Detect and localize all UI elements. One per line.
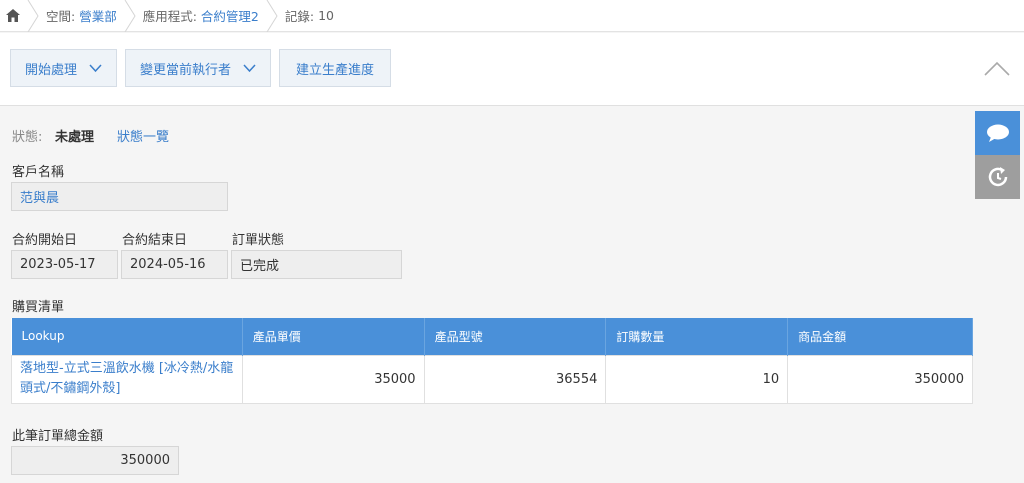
lookup-cell[interactable]: 落地型-立式三溫飲水機 [冰冷熱/水龍頭式/不鏽鋼外殼] (11, 354, 243, 404)
collapse-up-icon[interactable] (984, 61, 1010, 77)
breadcrumb-separator (27, 0, 39, 32)
breadcrumb-record-value: 10 (318, 8, 334, 23)
column-header: Lookup (11, 318, 243, 355)
amount-cell: 350000 (787, 354, 973, 404)
column-header: 訂購數量 (605, 318, 789, 355)
breadcrumb-app-value[interactable]: 合約管理2 (201, 6, 259, 25)
model-cell: 36554 (423, 354, 607, 404)
column-header: 產品單價 (242, 318, 425, 355)
breadcrumb-record-label: 記錄: (284, 9, 315, 24)
comment-icon (986, 124, 1009, 142)
home-icon[interactable] (0, 0, 26, 32)
status-label: 狀態: (12, 130, 43, 145)
contract-end-field[interactable]: 2024-05-16 (121, 250, 228, 279)
quantity-cell: 10 (605, 354, 789, 404)
status-value: 未處理 (55, 130, 95, 145)
breadcrumb-space-value[interactable]: 營業部 (79, 6, 117, 25)
table-row: 落地型-立式三溫飲水機 [冰冷熱/水龍頭式/不鏽鋼外殼] 35000 36554… (11, 354, 973, 404)
contract-start-field[interactable]: 2023-05-17 (11, 250, 118, 279)
history-button[interactable] (975, 155, 1020, 199)
customer-name-value[interactable]: 范與晨 (20, 187, 59, 206)
breadcrumb-app-label: 應用程式: (142, 9, 197, 24)
start-process-label: 開始處理 (24, 62, 77, 78)
change-assignee-button[interactable]: 變更當前執行者 (125, 49, 271, 87)
breadcrumb-record: 記錄: 10 (279, 0, 340, 32)
contract-start-value: 2023-05-17 (20, 257, 96, 272)
order-status-value: 已完成 (240, 259, 280, 274)
action-toolbar: 開始處理 變更當前執行者 建立生產進度 (0, 33, 1024, 106)
breadcrumb-app[interactable]: 應用程式: 合約管理2 (137, 0, 265, 32)
column-header: 商品金額 (787, 318, 973, 355)
purchase-list-label: 購買清單 (12, 300, 65, 315)
breadcrumb-space-label: 空間: (46, 9, 76, 24)
comment-button[interactable] (975, 111, 1020, 155)
order-total-field[interactable]: 350000 (11, 446, 179, 475)
contract-end-label: 合約結束日 (122, 233, 188, 248)
create-progress-label: 建立生產進度 (295, 62, 374, 78)
order-total-value: 350000 (120, 453, 170, 468)
customer-name-field[interactable]: 范與晨 (11, 182, 228, 211)
contract-end-value: 2024-05-16 (130, 257, 206, 272)
order-total-label: 此筆訂單總金額 (12, 429, 104, 444)
change-assignee-label: 變更當前執行者 (139, 62, 231, 78)
chevron-down-icon (89, 64, 102, 73)
breadcrumb-separator (266, 0, 278, 32)
chevron-down-icon (243, 64, 256, 73)
purchase-list-table: Lookup 產品單價 產品型號 訂購數量 商品金額 落地型-立式三溫飲水機 [… (11, 318, 973, 404)
order-status-label: 訂單狀態 (232, 233, 285, 248)
status-list-link[interactable]: 狀態一覽 (117, 126, 169, 145)
order-status-field[interactable]: 已完成 (231, 250, 402, 279)
create-progress-button[interactable]: 建立生產進度 (279, 49, 391, 87)
breadcrumb-space[interactable]: 空間: 營業部 (40, 0, 123, 32)
history-icon (988, 167, 1007, 187)
table-header-row: Lookup 產品單價 產品型號 訂購數量 商品金額 (11, 318, 973, 355)
contract-start-label: 合約開始日 (12, 233, 78, 248)
breadcrumb: 空間: 營業部 應用程式: 合約管理2 記錄: 10 (0, 0, 1024, 32)
column-header: 產品型號 (424, 318, 607, 355)
breadcrumb-separator (124, 0, 136, 32)
customer-name-label: 客戶名稱 (12, 165, 65, 180)
price-cell: 35000 (241, 354, 425, 404)
start-process-button[interactable]: 開始處理 (10, 49, 117, 87)
